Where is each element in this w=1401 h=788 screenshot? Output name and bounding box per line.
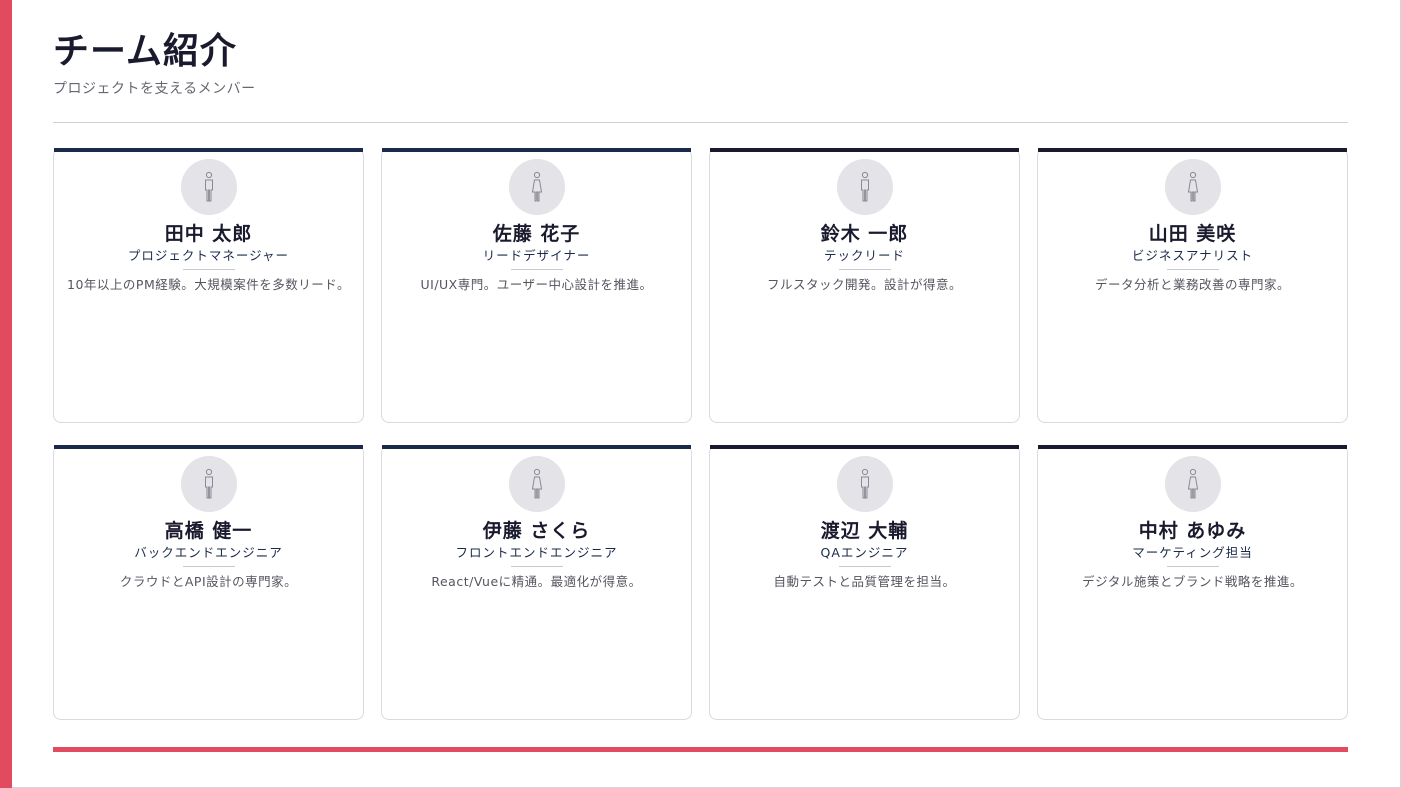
member-card: 佐藤 花子 リードデザイナー UI/UX専門。ユーザー中心設計を推進。 bbox=[381, 148, 692, 423]
page-title: チーム紹介 bbox=[53, 31, 237, 72]
avatar bbox=[836, 159, 893, 215]
card-divider bbox=[182, 566, 235, 567]
member-name: 中村 あゆみ bbox=[1138, 520, 1247, 542]
avatar bbox=[836, 456, 893, 512]
member-card: 田中 太郎 プロジェクトマネージャー 10年以上のPM経験。大規模案件を多数リー… bbox=[53, 148, 364, 423]
card-divider bbox=[510, 566, 563, 567]
avatar bbox=[180, 159, 237, 215]
member-name: 山田 美咲 bbox=[1148, 223, 1237, 245]
person-female-icon bbox=[531, 468, 542, 499]
person-female-icon bbox=[1187, 468, 1198, 499]
member-name: 鈴木 一郎 bbox=[820, 223, 909, 245]
card-top-bar bbox=[1038, 445, 1347, 449]
card-top-bar bbox=[54, 148, 363, 152]
person-male-icon bbox=[860, 171, 869, 202]
person-male-icon bbox=[204, 171, 213, 202]
person-female-icon bbox=[531, 171, 542, 202]
card-divider bbox=[510, 269, 563, 270]
page-subtitle: プロジェクトを支えるメンバー bbox=[53, 81, 256, 97]
member-grid: 田中 太郎 プロジェクトマネージャー 10年以上のPM経験。大規模案件を多数リー… bbox=[53, 148, 1349, 720]
member-role: プロジェクトマネージャー bbox=[127, 248, 290, 263]
card-top-bar bbox=[382, 445, 691, 449]
member-name: 佐藤 花子 bbox=[492, 223, 581, 245]
member-card: 高橋 健一 バックエンドエンジニア クラウドとAPI設計の専門家。 bbox=[53, 445, 364, 720]
avatar bbox=[508, 159, 565, 215]
avatar bbox=[508, 456, 565, 512]
member-description: クラウドとAPI設計の専門家。 bbox=[119, 574, 298, 589]
team-slide: チーム紹介 プロジェクトを支えるメンバー 田中 太郎 プロジェクトマネージャー … bbox=[0, 0, 1401, 788]
member-description: デジタル施策とブランド戦略を推進。 bbox=[1082, 574, 1303, 589]
member-role: リードデザイナー bbox=[482, 248, 591, 263]
avatar bbox=[1164, 159, 1221, 215]
member-role: マーケティング担当 bbox=[1132, 545, 1253, 560]
member-description: 自動テストと品質管理を担当。 bbox=[773, 574, 956, 589]
member-name: 高橋 健一 bbox=[164, 520, 253, 542]
page-header: チーム紹介 プロジェクトを支えるメンバー bbox=[53, 28, 256, 98]
card-top-bar bbox=[54, 445, 363, 449]
member-name: 伊藤 さくら bbox=[482, 520, 591, 542]
card-divider bbox=[838, 269, 891, 270]
person-female-icon bbox=[1187, 171, 1198, 202]
card-divider bbox=[1166, 566, 1219, 567]
member-description: フルスタック開発。設計が得意。 bbox=[766, 277, 962, 292]
member-role: フロントエンドエンジニア bbox=[455, 545, 618, 560]
card-divider bbox=[838, 566, 891, 567]
member-card: 山田 美咲 ビジネスアナリスト データ分析と業務改善の専門家。 bbox=[1037, 148, 1348, 423]
card-divider bbox=[182, 269, 235, 270]
member-description: データ分析と業務改善の専門家。 bbox=[1094, 277, 1290, 292]
member-card: 鈴木 一郎 テックリード フルスタック開発。設計が得意。 bbox=[709, 148, 1020, 423]
card-divider bbox=[1166, 269, 1219, 270]
member-card: 渡辺 大輔 QAエンジニア 自動テストと品質管理を担当。 bbox=[709, 445, 1020, 720]
card-top-bar bbox=[710, 445, 1019, 449]
footer-accent-bar bbox=[53, 747, 1348, 752]
avatar bbox=[180, 456, 237, 512]
member-description: React/Vueに精通。最適化が得意。 bbox=[431, 574, 642, 589]
person-male-icon bbox=[860, 468, 869, 499]
header-divider bbox=[53, 122, 1348, 123]
member-name: 渡辺 大輔 bbox=[820, 520, 909, 542]
member-card: 伊藤 さくら フロントエンドエンジニア React/Vueに精通。最適化が得意。 bbox=[381, 445, 692, 720]
person-male-icon bbox=[204, 468, 213, 499]
left-accent-bar bbox=[0, 0, 12, 788]
member-card: 中村 あゆみ マーケティング担当 デジタル施策とブランド戦略を推進。 bbox=[1037, 445, 1348, 720]
member-description: UI/UX専門。ユーザー中心設計を推進。 bbox=[420, 277, 653, 292]
member-name: 田中 太郎 bbox=[164, 223, 253, 245]
member-role: ビジネスアナリスト bbox=[1131, 248, 1254, 263]
card-top-bar bbox=[382, 148, 691, 152]
card-top-bar bbox=[710, 148, 1019, 152]
member-role: バックエンドエンジニア bbox=[134, 545, 283, 560]
card-top-bar bbox=[1038, 148, 1347, 152]
member-role: QAエンジニア bbox=[820, 545, 909, 560]
member-description: 10年以上のPM経験。大規模案件を多数リード。 bbox=[67, 277, 350, 292]
avatar bbox=[1164, 456, 1221, 512]
member-role: テックリード bbox=[823, 248, 905, 263]
